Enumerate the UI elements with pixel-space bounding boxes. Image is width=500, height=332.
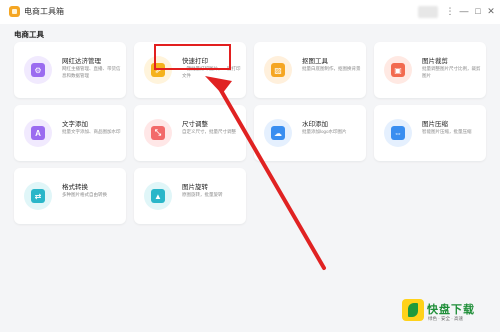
annotation-arrow bbox=[205, 76, 326, 270]
watermark: 快盘下载 绿色 · 安全 · 高速 bbox=[398, 296, 498, 330]
arrow-shaft bbox=[217, 85, 326, 270]
watermark-name: 快盘下载 bbox=[427, 304, 475, 316]
arrow-head bbox=[205, 76, 232, 94]
watermark-slogan: 绿色 · 安全 · 高速 bbox=[428, 316, 463, 321]
watermark-logo-icon bbox=[402, 299, 424, 321]
